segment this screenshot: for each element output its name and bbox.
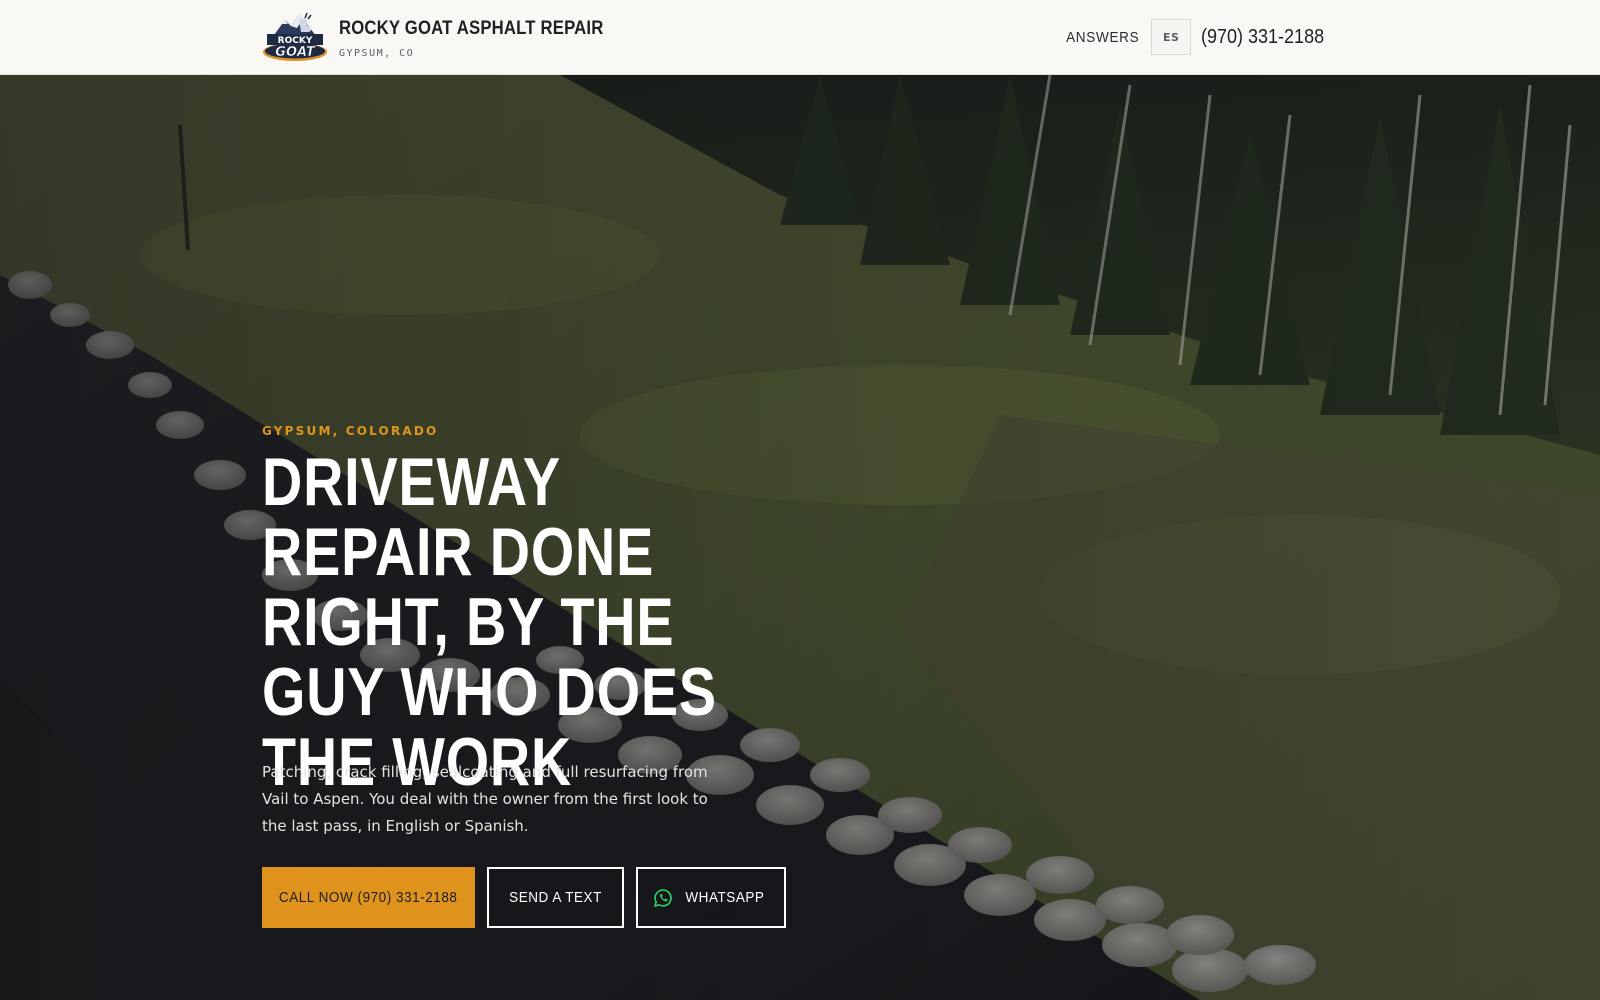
site-header: ROCKY GOAT ROCKY GOAT ASPHALT REPAIR GYP…	[0, 0, 1600, 75]
top-nav: ANSWERS ES (970) 331-2188	[1062, 18, 1338, 56]
call-now-button[interactable]: CALL NOW (970) 331-2188	[262, 867, 475, 928]
whatsapp-label: WHATSAPP	[685, 889, 765, 906]
brand-name[interactable]: ROCKY GOAT ASPHALT REPAIR	[339, 18, 604, 40]
svg-text:GOAT: GOAT	[275, 45, 316, 60]
call-now-label: CALL NOW (970) 331-2188	[279, 889, 458, 906]
hero-headline: DRIVEWAY REPAIR DONE RIGHT, BY THE GUY W…	[262, 444, 717, 800]
hero-eyebrow: GYPSUM, COLORADO	[262, 424, 439, 438]
whatsapp-icon	[653, 888, 672, 907]
header-phone-link[interactable]: (970) 331-2188	[1201, 26, 1324, 49]
hero-lead: Patching, crack filling, sealcoating and…	[262, 763, 708, 835]
nav-link-answers[interactable]: ANSWERS	[1066, 29, 1139, 46]
brand-location: GYPSUM, CO	[339, 47, 415, 59]
hero-cta-group: CALL NOW (970) 331-2188 SEND A TEXT WHAT…	[262, 867, 786, 928]
send-text-label: SEND A TEXT	[509, 889, 602, 906]
send-text-button[interactable]: SEND A TEXT	[487, 867, 624, 928]
logo-icon[interactable]: ROCKY GOAT	[261, 10, 329, 62]
whatsapp-button[interactable]: WHATSAPP	[636, 867, 786, 928]
language-toggle-button[interactable]: ES	[1151, 19, 1192, 55]
brand[interactable]: ROCKY GOAT ROCKY GOAT ASPHALT REPAIR GYP…	[261, 10, 640, 62]
hero-overlay	[0, 75, 1600, 1000]
hero-section: GYPSUM, COLORADO DRIVEWAY REPAIR DONE RI…	[0, 75, 1600, 1000]
